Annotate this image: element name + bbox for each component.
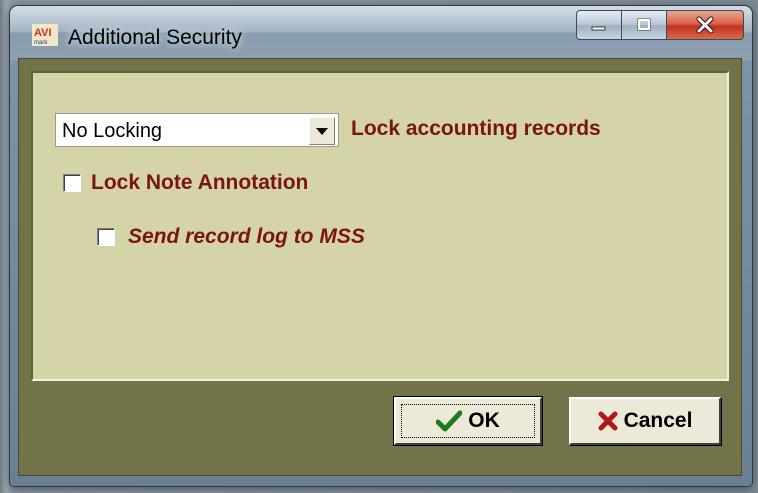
caption-buttons [576,10,744,40]
send-record-log-checkbox[interactable] [97,228,115,246]
title-bar[interactable]: AVI mark Additional Security [10,6,752,60]
cancel-button-label: Cancel [623,409,693,432]
close-button[interactable] [667,10,744,40]
lock-accounting-label: Lock accounting records [351,117,601,140]
x-icon [598,411,618,431]
additional-security-dialog: AVI mark Additional Security No Locking … [10,6,752,486]
lock-note-annotation-checkbox[interactable] [63,174,81,192]
dialog-client-area: No Locking Lock accounting records Lock … [18,58,742,476]
send-record-log-label[interactable]: Send record log to MSS [128,225,365,249]
maximize-icon [637,18,651,31]
ok-button[interactable]: OK [393,396,543,446]
svg-text:AVI: AVI [34,27,52,39]
avimark-icon: AVI mark [32,24,58,46]
chevron-down-icon [316,127,328,135]
minimize-icon [591,26,606,31]
locking-select-value: No Locking [62,120,163,142]
cancel-button[interactable]: Cancel [569,397,721,445]
maximize-button[interactable] [622,10,667,40]
svg-text:mark: mark [34,40,48,46]
focus-rect [401,404,535,438]
locking-select[interactable]: No Locking [55,113,339,147]
options-panel: No Locking Lock accounting records Lock … [31,71,729,381]
window-title: Additional Security [68,26,242,49]
close-icon [696,16,714,34]
lock-note-annotation-label[interactable]: Lock Note Annotation [91,171,308,195]
dropdown-arrow-button[interactable] [309,117,335,145]
minimize-button[interactable] [576,10,622,40]
